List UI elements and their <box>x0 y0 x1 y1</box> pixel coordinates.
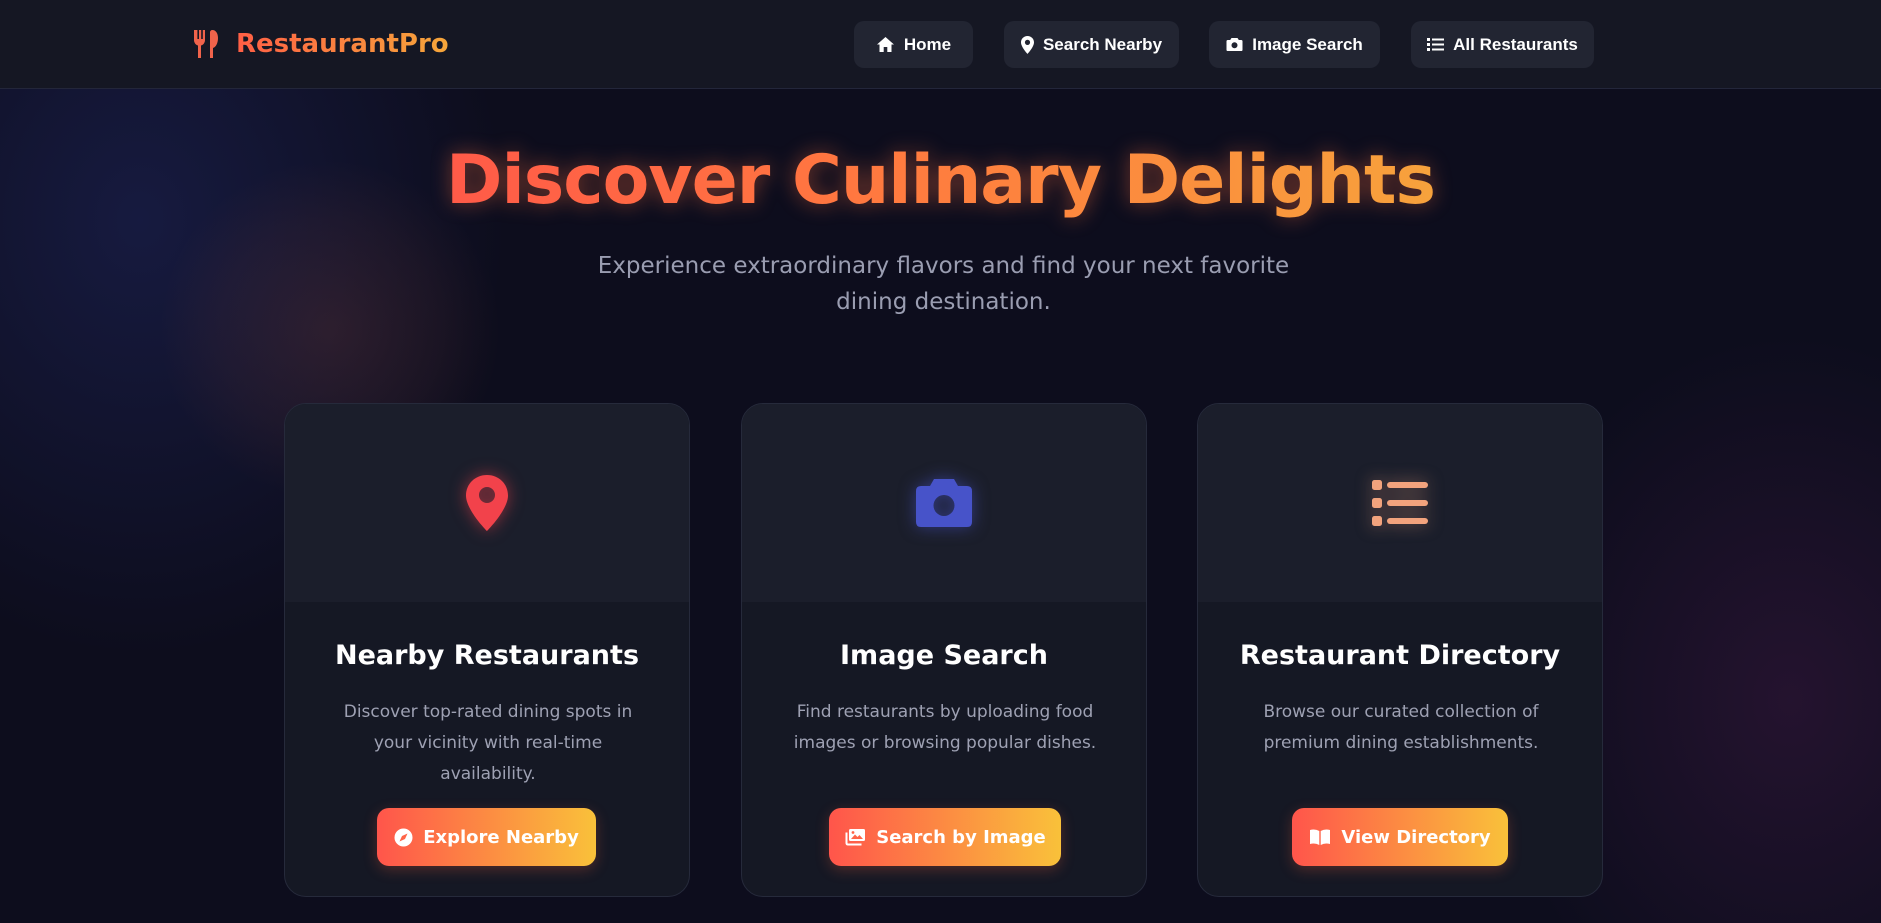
map-pin-icon <box>466 475 508 531</box>
navbar: RestaurantPro Home Search Nearby Image S… <box>0 0 1881 89</box>
brand-name: RestaurantPro <box>236 29 449 59</box>
search-by-image-label: Search by Image <box>876 826 1046 848</box>
explore-nearby-button[interactable]: Explore Nearby <box>377 808 596 866</box>
compass-icon <box>394 828 413 846</box>
search-by-image-button[interactable]: Search by Image <box>829 808 1061 866</box>
nav-home-label: Home <box>903 34 952 54</box>
hero-subtitle: Experience extraordinary flavors and fin… <box>597 253 1290 315</box>
feature-card-directory: Restaurant Directory Browse our curated … <box>1197 403 1603 897</box>
nav-search-nearby-label: Search Nearby <box>1042 34 1163 54</box>
nav-image-search-label: Image Search <box>1252 34 1363 54</box>
card-description: Browse our curated collection of premium… <box>1263 702 1539 753</box>
view-directory-button[interactable]: View Directory <box>1292 808 1508 866</box>
card-icon-area <box>285 404 689 602</box>
camera-icon <box>916 479 972 527</box>
card-icon-area <box>742 404 1146 602</box>
utensils-icon <box>194 30 218 58</box>
nav-all-restaurants-button[interactable]: All Restaurants <box>1411 21 1594 68</box>
home-icon <box>876 37 894 52</box>
nav-image-search-button[interactable]: Image Search <box>1209 21 1380 68</box>
card-description: Find restaurants by uploading food image… <box>793 702 1097 753</box>
card-title: Restaurant Directory <box>1239 640 1561 671</box>
camera-icon <box>1226 38 1243 51</box>
book-icon <box>1310 829 1331 845</box>
explore-nearby-label: Explore Nearby <box>423 826 579 848</box>
card-description: Discover top-rated dining spots in your … <box>343 702 633 784</box>
card-title: Image Search <box>840 640 1048 671</box>
card-icon-area <box>1198 404 1602 602</box>
map-pin-icon <box>1020 35 1034 54</box>
card-title: Nearby Restaurants <box>334 640 640 671</box>
hero-title-text: Discover Culinary Delights <box>446 141 1436 220</box>
hero-title: Discover Culinary Delights <box>0 136 1881 226</box>
feature-card-nearby: Nearby Restaurants Discover top-rated di… <box>284 403 690 897</box>
list-icon <box>1372 480 1428 526</box>
feature-card-image-search: Image Search Find restaurants by uploadi… <box>741 403 1147 897</box>
nav-home-button[interactable]: Home <box>854 21 973 68</box>
images-icon <box>845 829 866 846</box>
nav-all-restaurants-label: All Restaurants <box>1453 34 1578 54</box>
brand-logo[interactable]: RestaurantPro <box>192 26 449 62</box>
view-directory-label: View Directory <box>1341 826 1491 848</box>
nav-search-nearby-button[interactable]: Search Nearby <box>1004 21 1179 68</box>
list-icon <box>1427 38 1445 51</box>
